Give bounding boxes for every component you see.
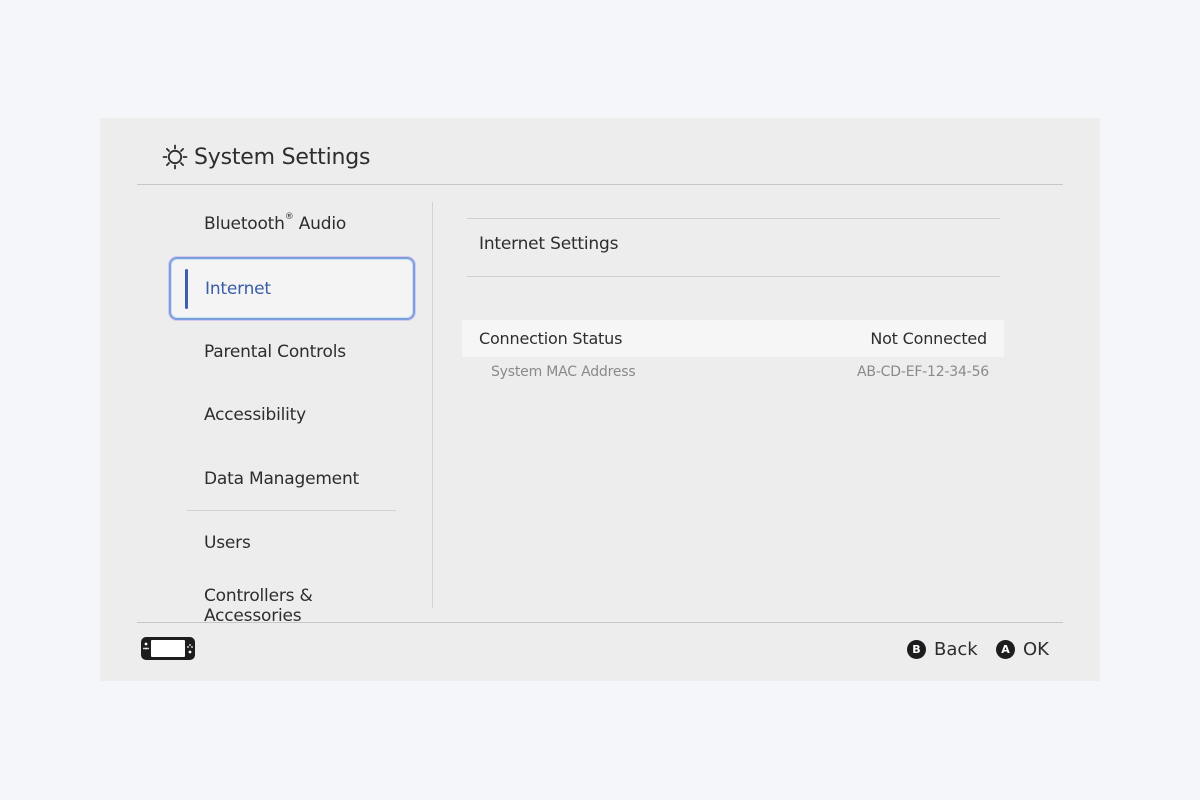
ok-button-label: OK	[1023, 638, 1049, 660]
settings-window: System Settings Bluetooth® Audio Interne…	[100, 118, 1100, 681]
sidebar-item-parental-controls[interactable]: Parental Controls	[170, 322, 415, 382]
console-icon	[141, 637, 195, 660]
connection-status-value: Not Connected	[870, 329, 987, 348]
sidebar-item-controllers-accessories[interactable]: Controllers & Accessories	[170, 576, 415, 636]
sidebar-content-divider	[432, 202, 433, 608]
section-divider-top	[467, 218, 1000, 219]
gear-icon	[162, 144, 188, 170]
connection-status-label: Connection Status	[479, 329, 623, 348]
a-button-icon: A	[996, 639, 1015, 659]
page-header: System Settings	[162, 140, 370, 174]
sidebar-item-label: Bluetooth® Audio	[204, 212, 347, 234]
mac-address-row: System MAC Address AB-CD-EF-12-34-56	[462, 360, 1004, 384]
sidebar-item-label: Accessibility	[204, 405, 307, 425]
sidebar-item-label: Internet	[205, 278, 271, 299]
mac-address-value: AB-CD-EF-12-34-56	[857, 364, 989, 380]
sidebar-item-internet[interactable]: Internet	[169, 257, 415, 320]
sidebar-item-label: Data Management	[204, 469, 359, 489]
b-button-icon: B	[907, 639, 926, 659]
connection-status-row[interactable]: Connection Status Not Connected	[462, 320, 1004, 357]
sidebar-item-label: Parental Controls	[204, 342, 346, 362]
section-title: Internet Settings	[479, 234, 619, 254]
sidebar-item-label: Controllers & Accessories	[204, 586, 313, 626]
sidebar-item-users[interactable]: Users	[170, 513, 415, 573]
sidebar-item-accessibility[interactable]: Accessibility	[170, 385, 415, 445]
back-button-label: Back	[934, 638, 978, 660]
sidebar-divider	[187, 510, 396, 511]
footer-divider	[137, 622, 1063, 623]
header-divider	[137, 184, 1063, 185]
section-divider-bottom	[467, 276, 1000, 277]
sidebar-item-label: Users	[204, 533, 251, 553]
mac-address-label: System MAC Address	[491, 364, 636, 380]
ok-button[interactable]: A OK	[996, 636, 1049, 662]
page-title: System Settings	[194, 144, 371, 170]
sidebar-item-bluetooth-audio[interactable]: Bluetooth® Audio	[170, 194, 415, 254]
sidebar-item-data-management[interactable]: Data Management	[170, 449, 415, 509]
back-button[interactable]: B Back	[907, 636, 978, 662]
selection-indicator	[185, 269, 188, 309]
